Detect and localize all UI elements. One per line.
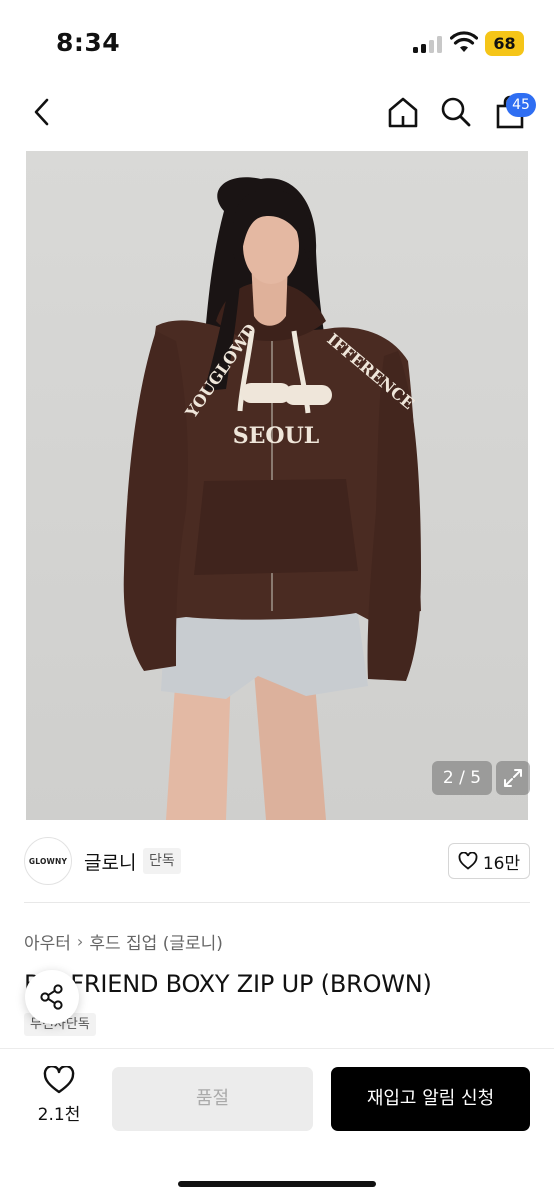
battery-indicator: 68 <box>485 31 524 56</box>
expand-icon <box>504 769 522 787</box>
product-title-rest: FRIEND BOXY ZIP UP (BROWN) <box>70 970 432 998</box>
home-indicator <box>178 1181 376 1187</box>
restock-alert-button[interactable]: 재입고 알림 신청 <box>331 1067 530 1131</box>
status-time: 8:34 <box>56 28 121 57</box>
exclusive-tag: 단독 <box>143 848 181 874</box>
heart-icon <box>458 852 478 870</box>
search-icon <box>441 97 471 127</box>
breadcrumb: 아우터 › 후드 집업 (글로니) <box>24 929 223 954</box>
divider <box>24 902 530 903</box>
product-image[interactable]: SEOUL YOUGLOWD IFFERENCE <box>26 151 528 820</box>
product-photo-illustration: SEOUL YOUGLOWD IFFERENCE <box>123 177 421 820</box>
wishlist-count: 2.1천 <box>37 1105 81 1125</box>
share-icon <box>40 984 63 1010</box>
share-button[interactable] <box>25 970 79 1024</box>
home-icon <box>388 97 418 128</box>
chevron-right-icon: › <box>76 932 84 951</box>
brand-logo[interactable]: GLOWNY <box>24 837 72 885</box>
chevron-left-icon <box>34 98 49 126</box>
back-button[interactable] <box>22 92 62 132</box>
product-title: BFRIEND BOXY ZIP UP (BROWN) <box>24 970 432 998</box>
soldout-button: 품절 <box>112 1067 313 1131</box>
hoodie-seoul-text: SEOUL <box>233 423 319 449</box>
wifi-icon <box>450 31 478 52</box>
breadcrumb-category[interactable]: 아우터 <box>24 929 71 954</box>
home-button[interactable] <box>383 92 423 132</box>
cellular-signal-icon <box>413 36 443 53</box>
cart-count-badge: 45 <box>506 93 536 117</box>
brand-name[interactable]: 글로니 <box>84 848 136 875</box>
image-counter: 2 / 5 <box>432 761 492 795</box>
search-button[interactable] <box>436 92 476 132</box>
expand-image-button[interactable] <box>496 761 530 795</box>
status-bar: 8:34 68 <box>0 0 554 80</box>
breadcrumb-subcategory[interactable]: 후드 집업 (글로니) <box>89 929 223 954</box>
brand-like-button[interactable]: 16만 <box>448 843 530 879</box>
wishlist-button[interactable]: 2.1천 <box>26 1064 92 1125</box>
nav-bar <box>0 82 554 144</box>
brand-like-count: 16만 <box>482 853 521 874</box>
heart-icon <box>43 1064 75 1094</box>
